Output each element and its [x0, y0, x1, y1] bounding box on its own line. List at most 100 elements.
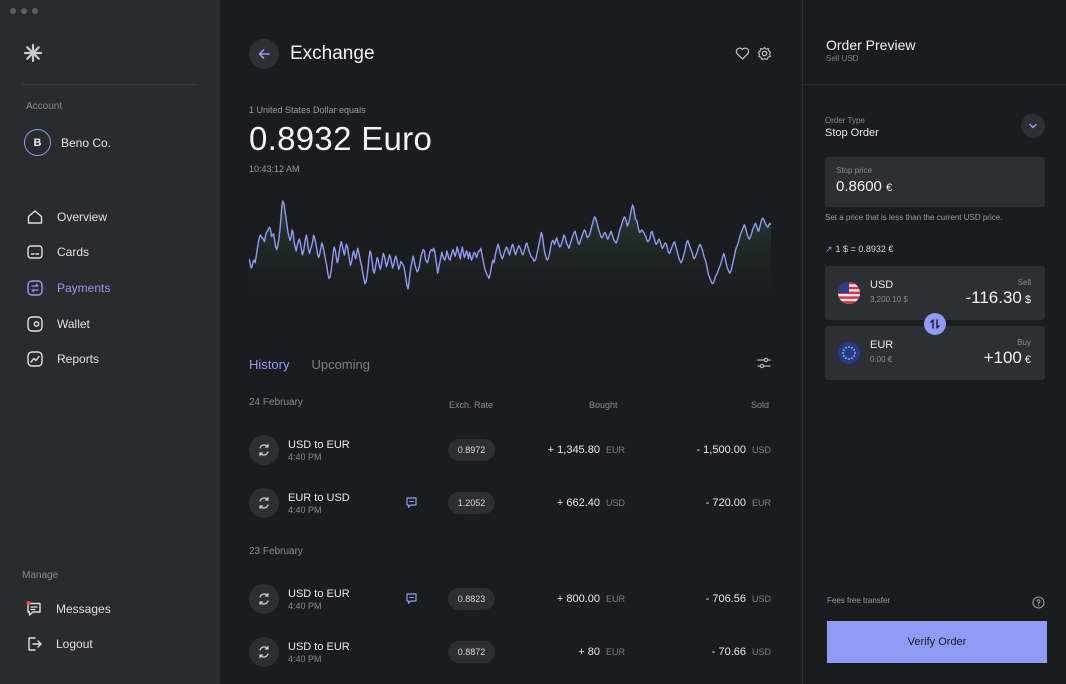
- rate-time: 10:43:12 AM: [249, 164, 300, 174]
- table-row[interactable]: USD to EUR 4:40 PM 0.8823 + 800.00 EUR - …: [249, 584, 771, 616]
- tx-sold: - 720.00 EUR: [706, 497, 771, 509]
- tab-history[interactable]: History: [249, 357, 289, 372]
- tx-title: USD to EUR: [288, 439, 350, 451]
- buy-amount-value: +100: [983, 348, 1022, 367]
- panel-subtitle: Sell USD: [826, 54, 859, 63]
- tx-time: 4:40 PM: [288, 452, 322, 462]
- tx-sold-amount: - 720.00: [705, 497, 746, 509]
- sidebar-item-messages[interactable]: Messages: [25, 591, 111, 627]
- order-preview-panel: Order Preview Sell USD Order Type Stop O…: [802, 0, 1066, 684]
- stop-price-symbol: €: [886, 182, 893, 194]
- table-row[interactable]: USD to EUR 4:40 PM 0.8972 + 1,345.80 EUR …: [249, 435, 771, 467]
- sidebar-item-label: Cards: [57, 245, 90, 260]
- sidebar-item-label: Logout: [56, 637, 93, 652]
- help-icon[interactable]: [1032, 596, 1045, 609]
- trend-up-icon: ↗: [825, 244, 833, 254]
- order-type-dropdown[interactable]: [1021, 114, 1045, 138]
- tx-bought-amount: + 800.00: [556, 593, 600, 605]
- tx-rate-badge: 0.8823: [448, 588, 495, 610]
- tx-bought-currency: EUR: [605, 647, 625, 657]
- window-zoom-dot[interactable]: [32, 8, 38, 14]
- account-name: Beno Co.: [61, 135, 112, 150]
- sell-amount-value: -116.30: [965, 288, 1022, 307]
- tx-sold-currency: USD: [751, 445, 771, 455]
- column-header-bought: Bought: [589, 400, 618, 410]
- eu-flag-icon: [838, 342, 860, 364]
- tx-rate-badge: 1.2052: [448, 492, 495, 514]
- buy-amount: +100 €: [984, 348, 1031, 368]
- sidebar-item-label: Overview: [57, 209, 108, 224]
- tx-sold: - 1,500.00 USD: [696, 444, 771, 456]
- panel-title: Order Preview: [826, 37, 916, 53]
- stop-price-hint: Set a price that is less than the curren…: [825, 213, 1003, 222]
- gear-icon[interactable]: [757, 46, 772, 61]
- sell-currency-code: USD: [870, 279, 894, 291]
- tx-title: EUR to USD: [288, 492, 350, 504]
- back-button[interactable]: [249, 39, 279, 69]
- date-heading: 23 February: [249, 546, 303, 557]
- tx-sold: - 706.56 USD: [706, 593, 771, 605]
- sidebar-item-payments[interactable]: Payments: [26, 270, 110, 306]
- buy-currency-balance: 0.00 €: [870, 355, 893, 364]
- stop-price-field[interactable]: Stop price 0.8600 €: [825, 157, 1045, 207]
- tx-bought: + 800.00 EUR: [557, 593, 625, 605]
- heart-icon[interactable]: [735, 46, 750, 61]
- sidebar: Account B Beno Co. Overview Cards Paymen…: [0, 0, 220, 684]
- window-close-dot[interactable]: [10, 8, 16, 14]
- logo-icon: [23, 43, 43, 63]
- sidebar-divider: [22, 84, 196, 85]
- sidebar-item-overview[interactable]: Overview: [26, 199, 110, 235]
- tx-title: USD to EUR: [288, 588, 350, 600]
- tx-sold-currency: EUR: [751, 498, 771, 508]
- sidebar-item-reports[interactable]: Reports: [26, 341, 110, 377]
- manage-nav: Messages Logout: [25, 591, 111, 662]
- exchange-icon: [249, 584, 279, 614]
- table-row[interactable]: USD to EUR 4:40 PM 0.8872 + 80 EUR - 70.6…: [249, 637, 771, 669]
- verify-order-button[interactable]: Verify Order: [827, 621, 1047, 663]
- exchange-rate-chart[interactable]: [249, 195, 771, 305]
- tx-bought: + 1,345.80 EUR: [548, 444, 625, 456]
- tx-bought-currency: EUR: [605, 594, 625, 604]
- chevron-down-icon: [1029, 123, 1037, 129]
- stop-price-value: 0.8600 €: [836, 178, 892, 195]
- buy-amount-symbol: €: [1024, 354, 1031, 366]
- sell-currency-balance: 3,200.10 $: [870, 295, 908, 304]
- history-tabs: History Upcoming: [249, 357, 370, 372]
- comment-icon[interactable]: [405, 592, 418, 605]
- date-heading: 24 February: [249, 397, 303, 408]
- tx-rate-badge: 0.8972: [448, 439, 495, 461]
- current-rate: ↗ 1 $ = 0.8932 €: [825, 244, 893, 255]
- buy-label: Buy: [1017, 338, 1031, 347]
- panel-divider: [803, 84, 1066, 85]
- sidebar-item-cards[interactable]: Cards: [26, 235, 110, 271]
- us-flag-icon: [838, 282, 860, 304]
- payments-icon: [27, 280, 43, 296]
- table-row[interactable]: EUR to USD 4:40 PM 1.2052 + 662.40 USD - …: [249, 488, 771, 520]
- comment-icon[interactable]: [405, 496, 418, 509]
- reports-icon: [27, 351, 43, 367]
- filter-icon[interactable]: [757, 356, 771, 370]
- rate-label: 1 United States Dollar equals: [249, 105, 366, 115]
- account-switcher[interactable]: B Beno Co.: [24, 129, 111, 156]
- tx-time: 4:40 PM: [288, 601, 322, 611]
- sidebar-item-label: Messages: [56, 601, 111, 616]
- order-type-label: Order Type: [825, 116, 865, 125]
- window-minimize-dot[interactable]: [21, 8, 27, 14]
- sidebar-item-logout[interactable]: Logout: [25, 627, 111, 663]
- tx-sold: - 70.66 USD: [712, 646, 771, 658]
- tx-bought-currency: EUR: [605, 445, 625, 455]
- tx-bought-amount: + 1,345.80: [547, 444, 600, 456]
- sell-amount-symbol: $: [1024, 294, 1031, 306]
- swap-button[interactable]: [924, 313, 946, 335]
- fees-note: Fees free transfer: [827, 596, 891, 605]
- avatar: B: [24, 129, 51, 156]
- tab-upcoming[interactable]: Upcoming: [311, 357, 370, 372]
- window-controls: [10, 8, 38, 14]
- exchange-icon: [249, 637, 279, 667]
- sidebar-item-wallet[interactable]: Wallet: [26, 306, 110, 342]
- main-nav: Overview Cards Payments Wallet Reports: [26, 199, 110, 377]
- sell-currency-box[interactable]: USD 3,200.10 $ Sell -116.30 $: [825, 266, 1045, 320]
- stop-price-label: Stop price: [836, 166, 873, 175]
- current-rate-text: 1 $ = 0.8932 €: [835, 244, 894, 254]
- tx-bought-amount: + 80: [578, 646, 600, 658]
